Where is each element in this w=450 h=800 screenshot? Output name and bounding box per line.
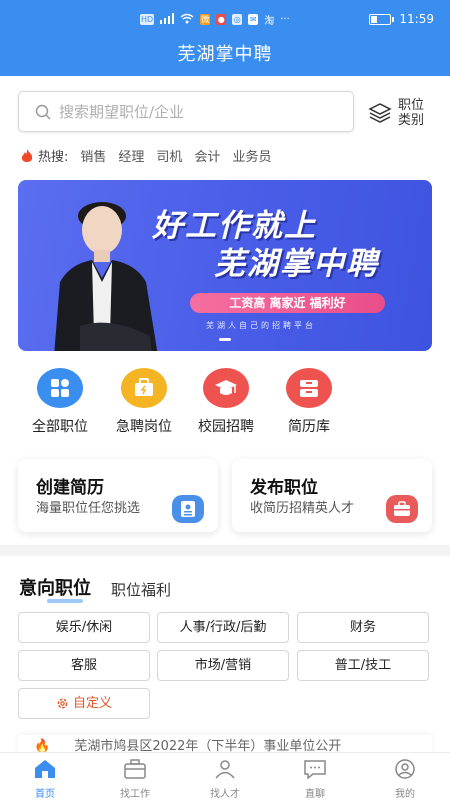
quick-link-label: 简历库: [288, 419, 330, 435]
tab-intended-jobs[interactable]: 意向职位: [19, 574, 91, 603]
quick-link-resume-library[interactable]: 简历库: [267, 368, 351, 436]
hot-keyword[interactable]: 会计: [194, 146, 220, 165]
nav-find-job[interactable]: 找工作: [90, 753, 180, 800]
card-subtitle: 海量职位任您挑选: [36, 501, 141, 516]
bottom-nav: 首页 找工作 找人才 直聊 我的: [0, 752, 450, 800]
briefcase-icon: [124, 759, 146, 779]
hd-icon: HD: [140, 14, 155, 25]
clock: 11:59: [399, 12, 434, 26]
banner-subtitle: 芜湖人自己的招聘平台: [206, 321, 316, 330]
signal-icon: [160, 12, 175, 27]
hot-keyword[interactable]: 销售: [80, 146, 106, 165]
promo-banner[interactable]: 好工作就上 芜湖掌中聘 工资高 离家近 福利好 芜湖人自己的招聘平台: [18, 180, 432, 351]
job-category-button[interactable]: 职位类别: [368, 96, 434, 130]
battery-icon: [369, 13, 395, 25]
post-job-card[interactable]: 发布职位 收简历招精英人才: [232, 459, 432, 532]
custom-tag-button[interactable]: 自定义: [18, 688, 150, 719]
briefcase-icon: [386, 495, 418, 523]
job-category-label: 职位类别: [398, 98, 425, 128]
hot-search: 热搜: 销售 经理 司机 会计 业务员: [20, 146, 271, 165]
nav-home[interactable]: 首页: [0, 753, 90, 800]
nav-label: 直聊: [305, 789, 325, 800]
resume-icon: [172, 495, 204, 523]
layers-icon: [368, 103, 392, 123]
job-tag[interactable]: 市场/营销: [157, 650, 289, 681]
status-bar: HD 微 ● ◎ ✉ 淘 ··· 11:59: [0, 0, 450, 40]
wifi-icon: [180, 13, 194, 27]
quick-links: 全部职位 急聘岗位 校园招聘 简历库: [18, 368, 432, 438]
job-tag[interactable]: 普工/技工: [297, 650, 429, 681]
card-title: 创建简历: [36, 478, 104, 498]
quick-link-label: 急聘岗位: [116, 419, 172, 435]
flame-icon: [21, 148, 33, 162]
card-subtitle: 收简历招精英人才: [250, 501, 355, 516]
section-tabs: 意向职位 职位福利: [19, 574, 171, 603]
urgent-bag-icon: [121, 368, 167, 408]
taobao-icon: 淘: [264, 16, 275, 27]
custom-tag-label: 自定义: [72, 696, 112, 711]
wechat-icon: ✉: [248, 14, 259, 25]
resume-box-icon: [286, 368, 332, 408]
job-tag[interactable]: 财务: [297, 612, 429, 643]
chat-icon: [304, 760, 326, 780]
quick-link-campus[interactable]: 校园招聘: [184, 368, 268, 436]
tab-job-benefits[interactable]: 职位福利: [111, 579, 171, 600]
hot-keyword[interactable]: 业务员: [232, 146, 271, 165]
create-resume-card[interactable]: 创建简历 海量职位任您挑选: [18, 459, 218, 532]
section-divider: [0, 545, 450, 556]
job-tag[interactable]: 客服: [18, 650, 150, 681]
search-input[interactable]: 搜索期望职位/企业: [18, 91, 354, 132]
gear-icon: [57, 698, 68, 709]
hot-search-label: 热搜:: [38, 150, 69, 165]
quick-link-urgent[interactable]: 急聘岗位: [102, 368, 186, 436]
nav-chat[interactable]: 直聊: [270, 753, 360, 800]
quick-link-all-jobs[interactable]: 全部职位: [18, 368, 102, 436]
quick-link-label: 全部职位: [32, 419, 88, 435]
banner-headline-2: 芜湖掌中聘: [214, 246, 379, 282]
people-icon: [215, 760, 235, 779]
app-icon: ◎: [232, 14, 243, 25]
weibo-icon: 微: [200, 14, 211, 25]
nav-me[interactable]: 我的: [360, 753, 450, 800]
search-icon: [35, 104, 51, 120]
banner-pill: 工资高 离家近 福利好: [190, 293, 385, 313]
nav-label: 找人才: [210, 789, 240, 800]
app-title: 芜湖掌中聘: [0, 40, 450, 76]
user-icon: [395, 759, 415, 779]
job-tag[interactable]: 人事/行政/后勤: [157, 612, 289, 643]
more-icon: ···: [280, 14, 290, 25]
banner-indicator: [219, 338, 231, 341]
job-tag[interactable]: 娱乐/休闲: [18, 612, 150, 643]
nav-label: 我的: [395, 789, 415, 800]
grid-icon: [37, 368, 83, 408]
home-icon: [35, 760, 55, 778]
app-icon: ●: [216, 14, 227, 25]
hot-keyword[interactable]: 司机: [156, 146, 182, 165]
nav-label: 找工作: [120, 789, 150, 800]
nav-find-talent[interactable]: 找人才: [180, 753, 270, 800]
nav-label: 首页: [35, 789, 55, 800]
status-icons: HD 微 ● ◎ ✉ 淘 ···: [140, 12, 290, 27]
search-placeholder: 搜索期望职位/企业: [59, 103, 185, 121]
hot-keyword[interactable]: 经理: [118, 146, 144, 165]
quick-link-label: 校园招聘: [198, 419, 254, 435]
graduation-cap-icon: [203, 368, 249, 408]
card-title: 发布职位: [250, 478, 318, 498]
